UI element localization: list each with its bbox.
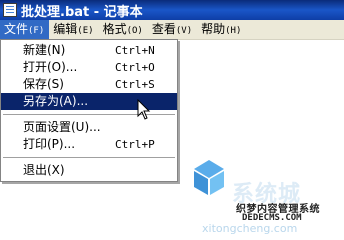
menu-edit[interactable]: 编辑(E) bbox=[49, 20, 98, 39]
menu-view[interactable]: 查看(V) bbox=[148, 20, 197, 39]
menu-item-save[interactable]: 保存(S) Ctrl+S bbox=[1, 76, 177, 93]
menu-file[interactable]: 文件(F) bbox=[0, 20, 50, 39]
notepad-icon bbox=[3, 3, 17, 17]
menu-item-print[interactable]: 打印(P)... Ctrl+P bbox=[1, 136, 177, 153]
mouse-pointer-icon bbox=[137, 99, 151, 120]
watermark-domain: xitongcheng.com bbox=[202, 222, 298, 235]
menu-item-exit[interactable]: 退出(X) bbox=[1, 162, 177, 179]
menu-separator bbox=[3, 157, 175, 158]
menu-item-new[interactable]: 新建(N) Ctrl+N bbox=[1, 42, 177, 59]
menu-help[interactable]: 帮助(H) bbox=[197, 20, 246, 39]
title-bar[interactable]: 批处理.bat - 记事本 bbox=[0, 0, 344, 20]
menu-format[interactable]: 格式(O) bbox=[99, 20, 148, 39]
menu-bar: 文件(F) 编辑(E) 格式(O) 查看(V) 帮助(H) bbox=[0, 20, 344, 40]
windows-logo-icon bbox=[194, 160, 224, 195]
menu-item-page-setup[interactable]: 页面设置(U)... bbox=[1, 119, 177, 136]
menu-item-open[interactable]: 打开(O)... Ctrl+O bbox=[1, 59, 177, 76]
window-title: 批处理.bat - 记事本 bbox=[21, 4, 143, 20]
file-menu-dropdown: 新建(N) Ctrl+N 打开(O)... Ctrl+O 保存(S) Ctrl+… bbox=[0, 39, 178, 182]
